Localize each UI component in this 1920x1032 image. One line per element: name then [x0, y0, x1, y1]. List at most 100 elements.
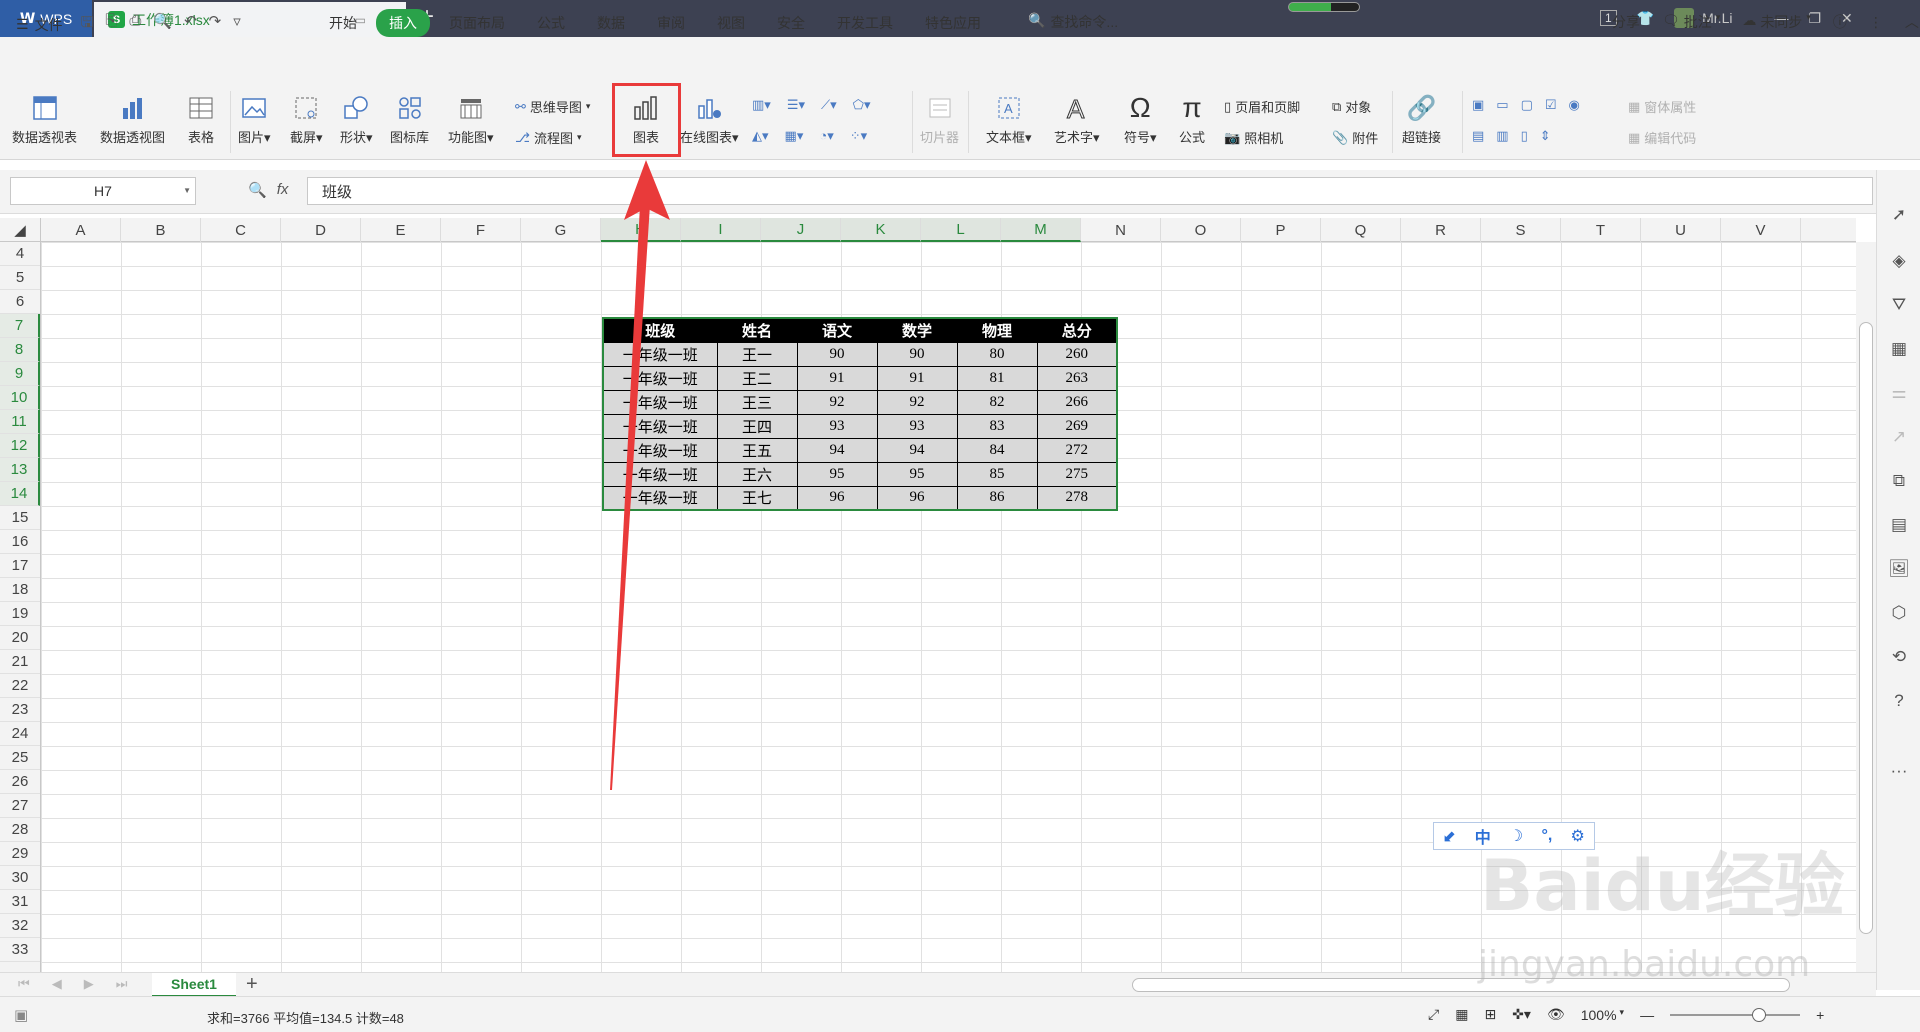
table-cell[interactable]: 93 [796, 413, 878, 439]
pivot-chart-button[interactable]: 数据透视图 [100, 91, 165, 146]
row-header[interactable]: 18 [0, 578, 40, 602]
row-header[interactable]: 11 [0, 410, 40, 434]
macro-record-icon[interactable]: ▣ [14, 1006, 28, 1024]
wordart-button[interactable]: A 艺术字▾ [1054, 91, 1100, 146]
row-header[interactable]: 12 [0, 434, 40, 458]
column-header[interactable]: G [521, 218, 601, 242]
ime-switch-icon[interactable]: ⬋ [1443, 826, 1456, 846]
table-cell[interactable]: 269 [1036, 413, 1118, 439]
row-header[interactable]: 24 [0, 722, 40, 746]
table-cell[interactable]: 84 [956, 437, 1038, 463]
pie-chart-icon[interactable]: ◔▾ [819, 128, 833, 144]
area-chart-icon[interactable]: ◭▾ [752, 128, 769, 144]
history-panel-icon[interactable]: ⟲ [1888, 646, 1910, 668]
more-horizontal-icon[interactable]: ··· [1888, 760, 1910, 782]
table-cell[interactable]: 81 [956, 365, 1038, 391]
flowchart-button[interactable]: ⎇ 流程图 ▾ [515, 128, 582, 147]
file-menu-button[interactable]: ☰ 文件 [16, 15, 63, 35]
formula-button[interactable]: π 公式 [1176, 91, 1208, 146]
column-header[interactable]: P [1241, 218, 1321, 242]
column-header[interactable]: E [361, 218, 441, 242]
page-break-view-icon[interactable]: ⊞ [1484, 1006, 1496, 1023]
prev-sheet-icon[interactable]: ◀ [52, 976, 62, 992]
column-header[interactable]: T [1561, 218, 1641, 242]
checkbox-control-icon[interactable]: ☑ [1545, 97, 1557, 113]
label-control-icon[interactable]: ▣ [1472, 97, 1484, 113]
table-cell[interactable]: 一年级一班 [602, 461, 718, 487]
table-cell[interactable]: 91 [876, 365, 958, 391]
column-header[interactable]: S [1481, 218, 1561, 242]
scatter-chart-icon[interactable]: ⁘▾ [850, 128, 867, 144]
radar-chart-icon[interactable]: ⬠▾ [853, 97, 871, 113]
select-all-corner[interactable]: ◢ [0, 218, 41, 242]
save-icon[interactable]: 🖫 [81, 12, 94, 37]
tab-data[interactable]: 数据 [584, 9, 638, 37]
name-box[interactable]: H7 ▼ [10, 177, 196, 205]
zoom-out-icon[interactable]: — [1640, 1007, 1654, 1023]
textbox-button[interactable]: A 文本框▾ [986, 91, 1032, 146]
table-cell[interactable]: 92 [796, 389, 878, 415]
row-header[interactable]: 7 [0, 314, 40, 338]
table-cell[interactable]: 一年级一班 [602, 389, 718, 415]
table-header-cell[interactable]: 姓名 [716, 317, 798, 343]
tab-formulas[interactable]: 公式 [524, 9, 578, 37]
fullscreen-icon[interactable]: ⤢ [1428, 1006, 1439, 1023]
table-cell[interactable]: 一年级一班 [602, 365, 718, 391]
table-cell[interactable]: 一年级一班 [602, 437, 718, 463]
column-header[interactable]: J [761, 218, 841, 242]
collapse-ribbon-icon[interactable]: ︿ [1905, 12, 1919, 32]
next-sheet-icon[interactable]: ▶ [84, 976, 94, 992]
row-header[interactable]: 19 [0, 602, 40, 626]
image-panel-icon[interactable]: 🖼 [1888, 558, 1910, 580]
row-header[interactable]: 25 [0, 746, 40, 770]
column-header[interactable]: F [441, 218, 521, 242]
table-cell[interactable]: 90 [876, 341, 958, 367]
row-header[interactable]: 6 [0, 290, 40, 314]
table-cell[interactable]: 96 [796, 485, 878, 511]
spinner-control-icon[interactable]: ⇕ [1540, 128, 1551, 144]
column-header[interactable]: L [921, 218, 1001, 242]
column-header[interactable]: R [1401, 218, 1481, 242]
row-header[interactable]: 15 [0, 506, 40, 530]
share-button[interactable]: 分享 [1612, 12, 1640, 32]
zoom-level-dropdown[interactable]: 100% ▾ [1581, 1007, 1624, 1023]
first-sheet-icon[interactable]: ⏮ [18, 976, 30, 992]
undo-icon[interactable]: ↶ [184, 12, 197, 37]
radio-control-icon[interactable]: ◉ [1569, 97, 1580, 113]
tab-special[interactable]: 特色应用 [912, 9, 994, 37]
row-header[interactable]: 5 [0, 266, 40, 290]
row-header[interactable]: 27 [0, 794, 40, 818]
reading-mode-icon[interactable]: ✜▾ [1512, 1006, 1531, 1023]
print-preview-icon[interactable]: 🔍 [153, 12, 172, 37]
customize-qat-icon[interactable]: ▿ [233, 12, 241, 37]
table-cell[interactable]: 92 [876, 389, 958, 415]
add-sheet-button[interactable]: + [246, 973, 258, 996]
button-control-icon[interactable]: ▢ [1521, 97, 1533, 113]
table-cell[interactable]: 王四 [716, 413, 798, 439]
table-cell[interactable]: 王七 [716, 485, 798, 511]
table-panel-icon[interactable]: ▦ [1888, 338, 1910, 360]
row-header[interactable]: 22 [0, 674, 40, 698]
function-chart-button[interactable]: 功能图▾ [448, 91, 494, 146]
column-header[interactable]: A [41, 218, 121, 242]
bar-chart-horizontal-icon[interactable]: ☰▾ [787, 97, 805, 113]
normal-view-icon[interactable]: ▦ [1455, 1006, 1468, 1023]
column-header[interactable]: V [1721, 218, 1801, 242]
column-header[interactable]: H [601, 218, 681, 242]
table-cell[interactable]: 91 [796, 365, 878, 391]
table-cell[interactable]: 一年级一班 [602, 341, 718, 367]
zoom-formula-icon[interactable]: 🔍 [248, 181, 267, 199]
help-icon[interactable]: ⓘ [1833, 12, 1847, 32]
table-header-cell[interactable]: 班级 [602, 317, 718, 343]
column-chart-icon[interactable]: ▥▾ [752, 97, 771, 113]
sync-button[interactable]: ☁ 未同步 ▾ [1742, 12, 1811, 32]
row-header[interactable]: 16 [0, 530, 40, 554]
table-cell[interactable]: 王六 [716, 461, 798, 487]
row-header[interactable]: 17 [0, 554, 40, 578]
hyperlink-button[interactable]: 🔗 超链接 [1402, 91, 1441, 146]
table-cell[interactable]: 275 [1036, 461, 1118, 487]
mindmap-button[interactable]: ⚯ 思维导图 ▾ [515, 97, 590, 116]
column-header[interactable]: D [281, 218, 361, 242]
table-button[interactable]: 表格 [185, 91, 217, 146]
redo-icon[interactable]: ↷ [209, 12, 222, 37]
